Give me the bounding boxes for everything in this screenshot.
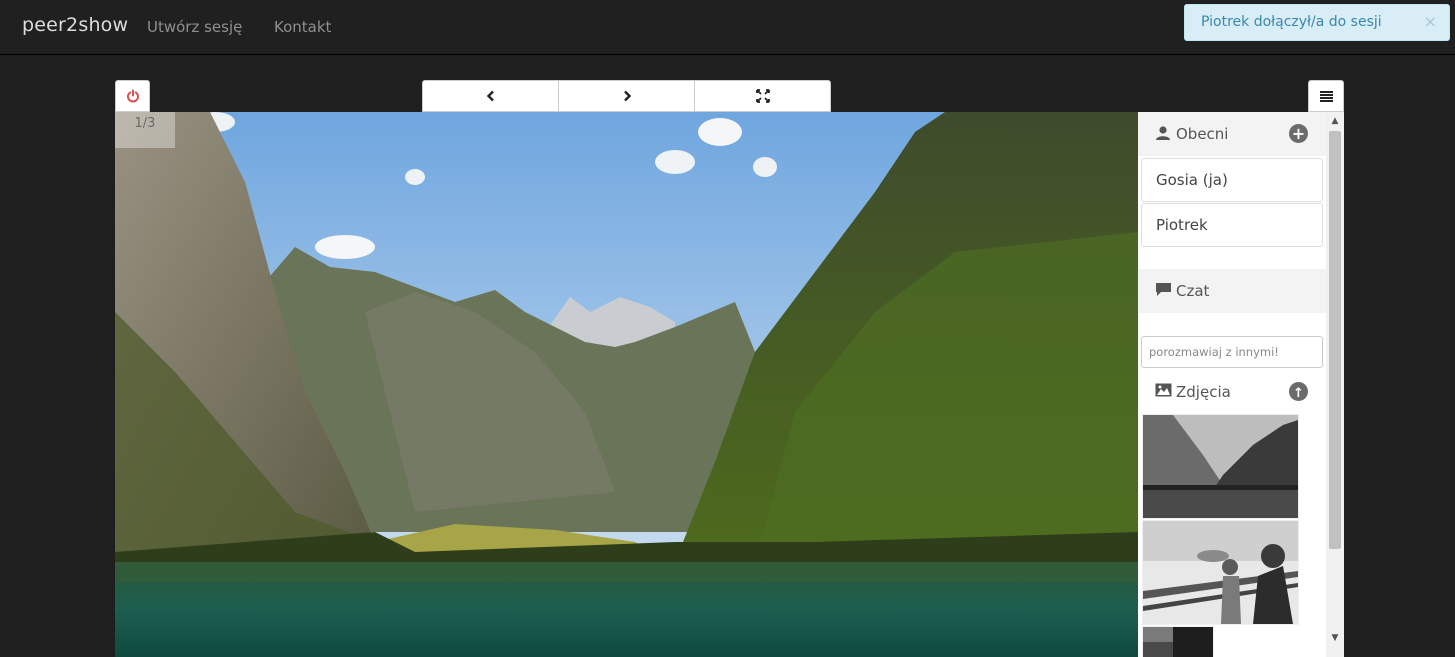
user-icon xyxy=(1156,126,1170,140)
power-icon xyxy=(126,89,139,103)
scrollbar-thumb[interactable] xyxy=(1329,131,1341,549)
photo-thumbnail[interactable] xyxy=(1142,414,1299,519)
user-name: Piotrek xyxy=(1156,216,1208,234)
picture-icon xyxy=(1155,383,1172,397)
photo-thumbnail[interactable] xyxy=(1142,626,1214,657)
close-notification-button[interactable]: × xyxy=(1424,12,1437,31)
user-item: Gosia (ja) xyxy=(1141,158,1323,202)
chevron-left-icon xyxy=(486,90,494,102)
scroll-up-icon[interactable]: ▲ xyxy=(1326,112,1344,130)
slide-counter: 1/3 xyxy=(115,112,175,148)
chat-header: Czat xyxy=(1138,269,1326,313)
current-slide-photo xyxy=(115,112,1138,657)
brand-logo[interactable]: peer2show xyxy=(22,14,128,36)
fullscreen-button[interactable] xyxy=(694,80,831,112)
sidebar-scrollbar[interactable]: ▲ ▼ xyxy=(1326,112,1344,657)
upload-circle-icon: ↑ xyxy=(1293,386,1304,401)
nav-contact[interactable]: Kontakt xyxy=(274,18,331,36)
photos-header: Zdjęcia ↑ xyxy=(1138,370,1326,414)
end-session-button[interactable] xyxy=(115,80,150,112)
next-slide-button[interactable] xyxy=(558,80,695,112)
photos-title: Zdjęcia xyxy=(1176,383,1231,401)
plus-circle-icon: + xyxy=(1291,124,1306,143)
previous-slide-button[interactable] xyxy=(422,80,559,112)
join-notification: Piotrek dołączył/a do sesji × xyxy=(1184,4,1450,41)
toggle-sidebar-button[interactable] xyxy=(1308,80,1344,112)
list-icon xyxy=(1319,90,1333,102)
user-item: Piotrek xyxy=(1141,203,1323,247)
user-name: Gosia (ja) xyxy=(1156,171,1228,189)
chat-title: Czat xyxy=(1176,282,1210,300)
scroll-down-icon[interactable]: ▼ xyxy=(1326,629,1344,647)
add-user-button[interactable]: + xyxy=(1289,124,1308,143)
photo-thumbnail[interactable] xyxy=(1142,520,1299,625)
chat-input[interactable] xyxy=(1141,336,1323,368)
sidebar-panel: Obecni + Gosia (ja) Piotrek Czat Zdjęcia… xyxy=(1138,112,1326,657)
present-users-header: Obecni + xyxy=(1138,112,1326,156)
notification-text: Piotrek dołączył/a do sesji xyxy=(1201,14,1382,30)
present-users-title: Obecni xyxy=(1176,125,1229,143)
nav-create-session[interactable]: Utwórz sesję xyxy=(147,18,242,36)
comment-icon xyxy=(1156,283,1171,296)
fullscreen-icon xyxy=(755,89,770,103)
upload-photo-button[interactable]: ↑ xyxy=(1289,382,1308,401)
chevron-right-icon xyxy=(623,90,631,102)
